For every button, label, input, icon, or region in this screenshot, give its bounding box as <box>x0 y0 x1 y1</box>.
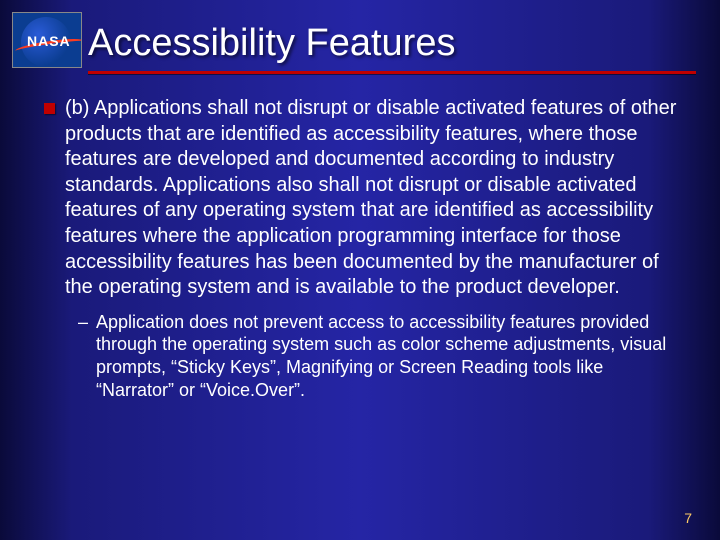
slide-body: (b) Applications shall not disrupt or di… <box>0 74 720 401</box>
sub-bullet-item: – Application does not prevent access to… <box>44 311 680 402</box>
nasa-logo: NASA <box>12 12 82 68</box>
nasa-logo-text: NASA <box>27 33 71 49</box>
slide-title: Accessibility Features <box>82 12 720 71</box>
square-bullet-icon <box>44 103 55 114</box>
dash-bullet-icon: – <box>78 311 88 402</box>
slide-header: NASA Accessibility Features <box>0 0 720 71</box>
sub-bullet-text: Application does not prevent access to a… <box>96 311 680 402</box>
bullet-item: (b) Applications shall not disrupt or di… <box>44 96 680 301</box>
page-number: 7 <box>684 510 692 526</box>
bullet-text: (b) Applications shall not disrupt or di… <box>65 96 680 301</box>
